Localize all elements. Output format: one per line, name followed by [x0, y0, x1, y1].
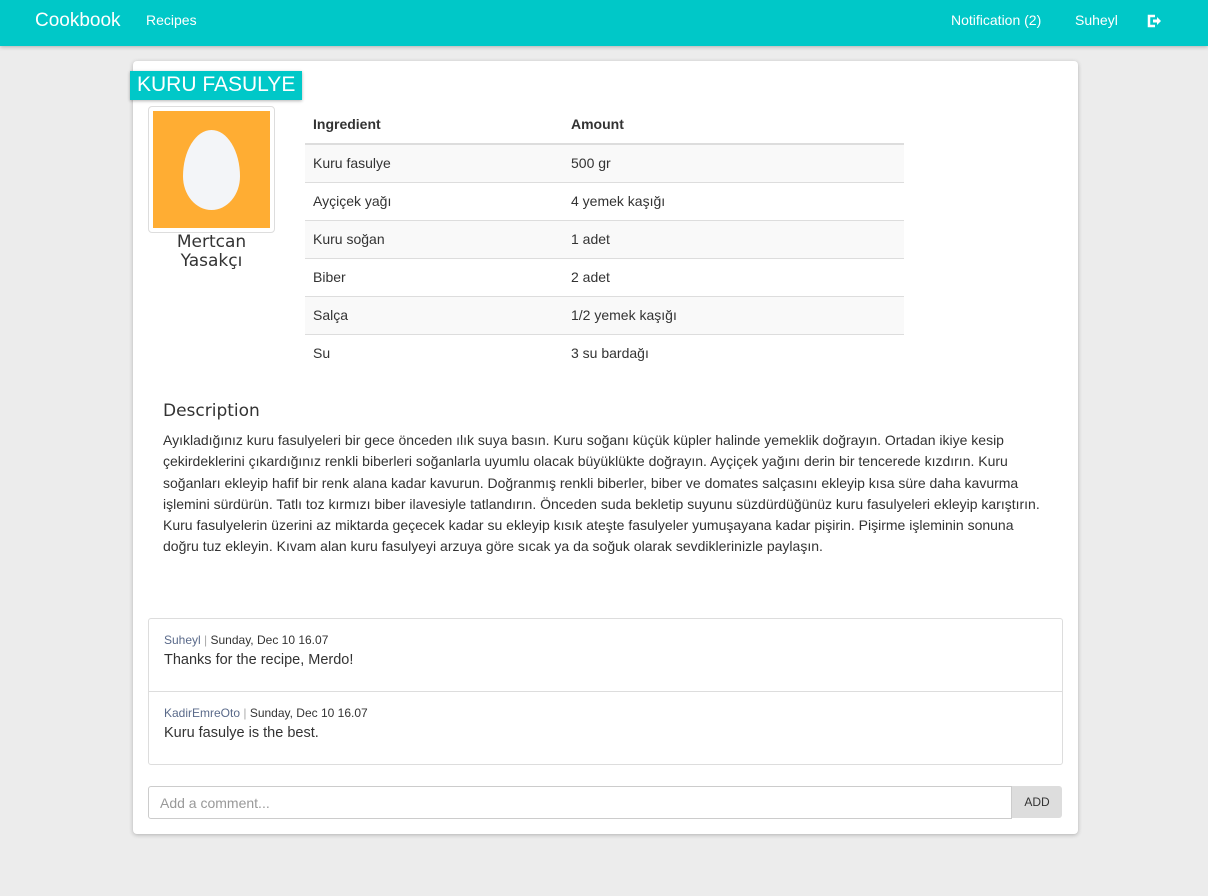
navbar: Cookbook Recipes Notification (2) Suheyl	[0, 0, 1208, 46]
comments-list: Suheyl | Sunday, Dec 10 16.07 Thanks for…	[148, 618, 1063, 765]
author-name[interactable]: Mertcan Yasakçı	[148, 233, 275, 271]
comment: Suheyl | Sunday, Dec 10 16.07 Thanks for…	[149, 619, 1062, 692]
table-row: Biber 2 adet	[305, 257, 904, 296]
ingredient-amount: 1 adet	[563, 219, 904, 258]
ingredients-table: Ingredient Amount Kuru fasulye 500 gr Ayçi…	[305, 105, 904, 372]
ingredient-amount: 2 adet	[563, 257, 904, 296]
comment-date: Sunday, Dec 10 16.07	[249, 706, 368, 720]
ingredient-name: Biber	[305, 257, 563, 296]
ingredient-name: Ayçiçek yağı	[305, 181, 563, 220]
table-row: Ayçiçek yağı 4 yemek kaşığı	[305, 181, 904, 220]
comment: KadirEmreOto | Sunday, Dec 10 16.07 Kuru…	[149, 692, 1062, 765]
ingredient-name: Kuru fasulye	[305, 143, 563, 182]
description-heading: Description	[163, 401, 260, 421]
ingredient-amount: 3 su bardağı	[563, 333, 904, 372]
recipe-title: KURU FASULYE	[130, 71, 303, 100]
table-row: Salça 1/2 yemek kaşığı	[305, 295, 904, 334]
description-text: Ayıkladığınız kuru fasulyeleri bir gece …	[163, 432, 1040, 555]
ingredient-name: Salça	[305, 295, 563, 334]
ingredient-name: Kuru soğan	[305, 219, 563, 258]
brand-link[interactable]: Cookbook	[35, 10, 121, 32]
header-ingredient: Ingredient	[305, 105, 563, 145]
comment-text: Thanks for the recipe, Merdo!	[164, 652, 354, 668]
table-row: Su 3 su bardağı	[305, 333, 904, 372]
comment-input[interactable]	[148, 786, 1012, 819]
nav-notifications[interactable]: Notification (2)	[951, 12, 1041, 28]
header-amount: Amount	[563, 105, 904, 145]
egg-icon	[183, 130, 240, 210]
comment-text: Kuru fasulye is the best.	[164, 725, 319, 741]
comment-user[interactable]: Suheyl	[164, 633, 201, 647]
comment-separator: |	[240, 706, 250, 720]
comment-date: Sunday, Dec 10 16.07	[210, 633, 329, 647]
table-row: Kuru soğan 1 adet	[305, 219, 904, 258]
nav-user[interactable]: Suheyl	[1075, 12, 1118, 28]
table-row: Kuru fasulye 500 gr	[305, 143, 904, 182]
logout-icon[interactable]	[1146, 13, 1162, 32]
author-avatar	[148, 106, 275, 233]
ingredient-amount: 500 gr	[563, 143, 904, 182]
nav-recipes[interactable]: Recipes	[146, 12, 197, 28]
ingredient-amount: 4 yemek kaşığı	[563, 181, 904, 220]
add-comment-button[interactable]: ADD	[1012, 786, 1062, 818]
comment-separator: |	[200, 633, 211, 647]
ingredient-name: Su	[305, 333, 563, 372]
ingredient-amount: 1/2 yemek kaşığı	[563, 295, 904, 334]
comment-user[interactable]: KadirEmreOto	[164, 706, 240, 720]
